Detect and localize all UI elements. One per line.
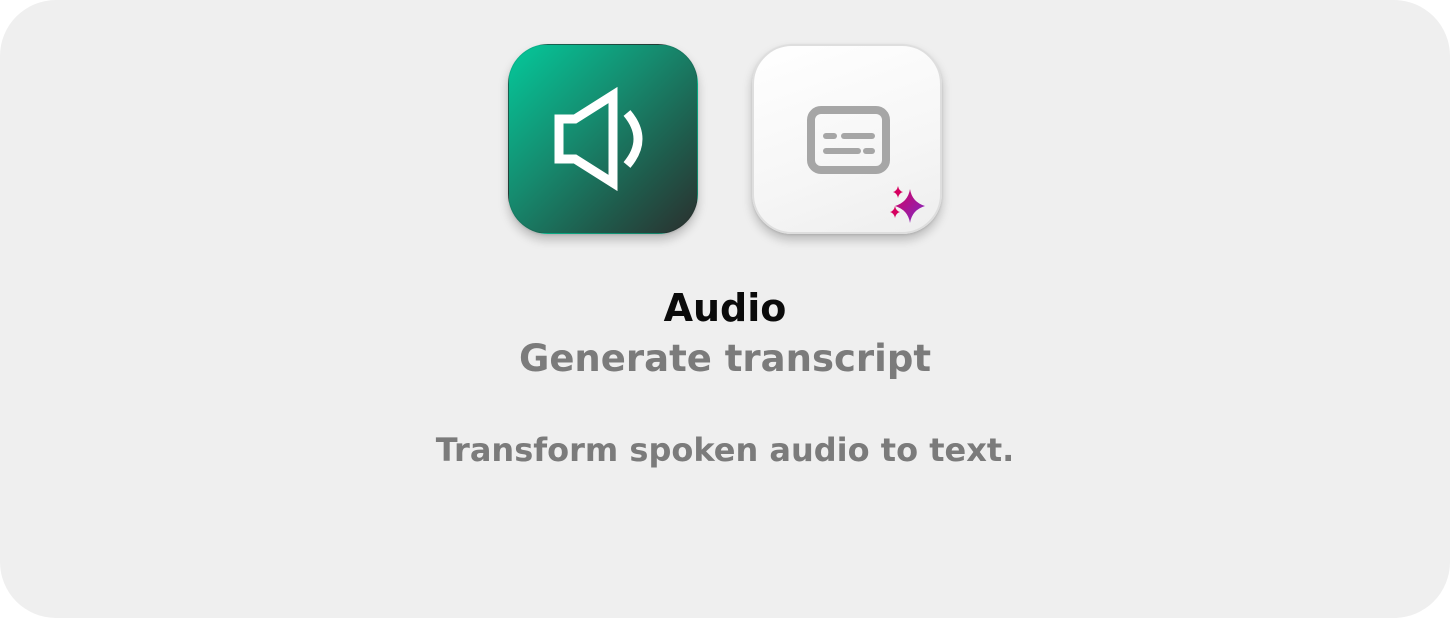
feature-title: Audio <box>663 286 787 330</box>
feature-subtitle: Generate transcript <box>518 337 932 380</box>
feature-card: Audio Generate transcript Transform spok… <box>0 0 1450 618</box>
sparkle-icon <box>890 186 925 223</box>
audio-app-tile[interactable] <box>508 44 698 234</box>
feature-description: Transform spoken audio to text. <box>435 431 1015 469</box>
transcript-app-tile[interactable] <box>752 44 942 234</box>
speaker-volume-icon <box>554 86 643 192</box>
